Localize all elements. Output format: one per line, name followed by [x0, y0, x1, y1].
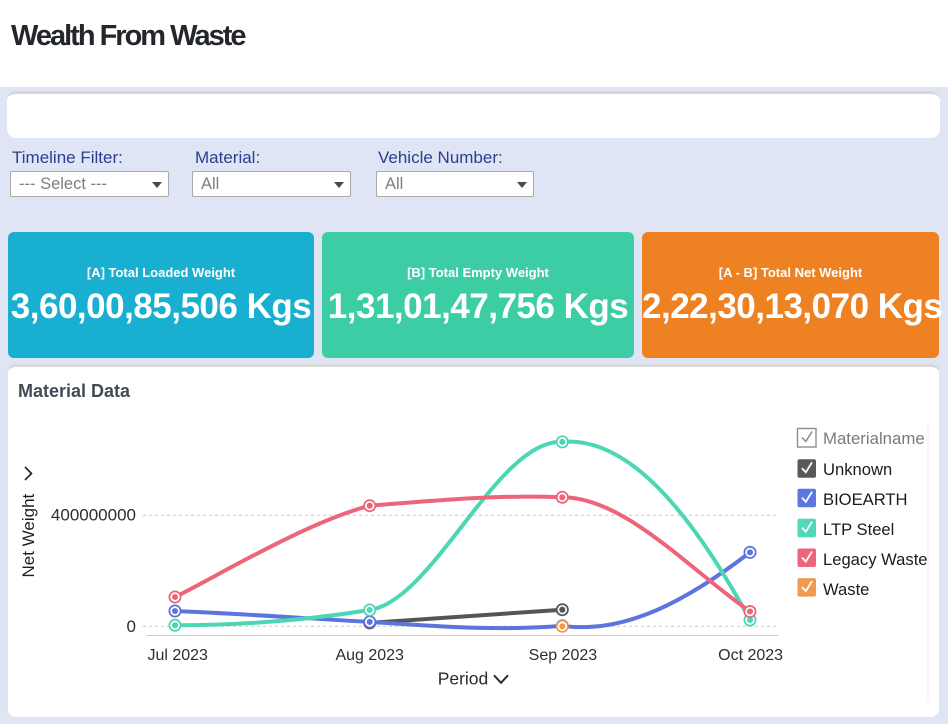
svg-text:LTP Steel: LTP Steel [823, 520, 894, 539]
svg-text:Waste: Waste [823, 580, 869, 599]
svg-text:Materialname: Materialname [823, 429, 925, 448]
svg-text:Jul 2023: Jul 2023 [147, 647, 208, 664]
svg-text:Sep 2023: Sep 2023 [529, 647, 598, 664]
svg-text:Aug 2023: Aug 2023 [335, 647, 404, 664]
svg-text:BIOEARTH: BIOEARTH [823, 490, 908, 509]
svg-text:Oct 2023: Oct 2023 [718, 647, 783, 664]
svg-text:Unknown: Unknown [823, 460, 892, 479]
svg-text:Period: Period [438, 669, 489, 689]
svg-text:Legacy Waste: Legacy Waste [823, 550, 928, 569]
svg-text:0: 0 [127, 617, 136, 636]
svg-text:Net Weight: Net Weight [19, 493, 38, 577]
svg-text:400000000: 400000000 [51, 506, 136, 525]
